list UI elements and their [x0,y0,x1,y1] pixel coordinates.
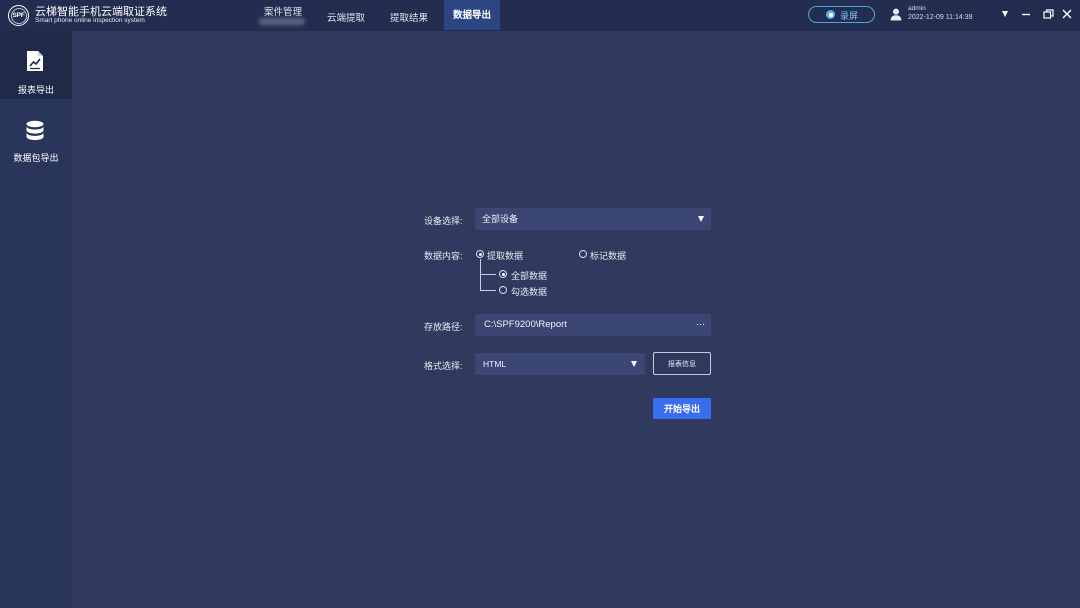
format-select[interactable]: HTML [475,353,645,375]
user-name: admin [908,5,926,12]
sidebar-item-label: 报表导出 [17,85,54,95]
radio-all-data[interactable] [499,270,507,278]
format-label: 格式选择: [424,361,463,371]
device-label: 设备选择: [424,216,463,226]
radio-marked-data[interactable] [579,250,587,258]
device-select-value: 全部设备 [482,214,519,224]
sidebar-item-package-export[interactable]: 数据包导出 [0,99,72,167]
restore-icon[interactable] [1043,9,1054,19]
tree-branch [480,274,496,275]
content-label: 数据内容: [424,251,463,261]
blurred-subtext [259,18,305,25]
browse-button[interactable]: ··· [696,314,705,334]
radio-extracted-data[interactable] [476,250,484,258]
tab-extraction-results[interactable]: 提取结果 [381,10,437,24]
sidebar-item-label: 数据包导出 [13,153,59,163]
sidebar-item-report-export[interactable]: 报表导出 [0,31,72,99]
tab-cloud-extraction[interactable]: 云端提取 [318,10,374,24]
path-label: 存放路径: [424,322,463,332]
spf-logo: SPF [8,5,29,26]
save-path-input[interactable]: C:\SPF9200\Report ··· [475,314,711,336]
radio-extracted-data-label[interactable]: 提取数据 [487,249,523,262]
app-subtitle: Smart phone online inspection system [35,17,145,24]
format-select-value: HTML [483,359,507,369]
report-export-icon [27,51,43,71]
sidebar: 报表导出 数据包导出 [0,31,72,608]
database-icon [26,120,44,141]
current-datetime: 2022-12-09 11:14:39 [908,14,973,21]
tree-branch [480,290,496,291]
record-icon [826,10,835,19]
chevron-down-icon[interactable] [1002,11,1008,17]
radio-all-data-label[interactable]: 全部数据 [511,269,547,282]
app-window: SPF 云梯智能手机云端取证系统 Smart phone online insp… [0,0,1080,608]
tree-connector [480,259,481,291]
tab-data-export[interactable]: 数据导出 [444,0,500,30]
close-icon[interactable] [1062,9,1072,19]
top-bar: SPF 云梯智能手机云端取证系统 Smart phone online insp… [0,0,1080,31]
record-label: 录屏 [840,11,859,21]
radio-selected-data[interactable] [499,286,507,294]
record-screen-button[interactable]: 录屏 [808,6,875,23]
save-path-value: C:\SPF9200\Report [484,319,567,330]
radio-marked-data-label[interactable]: 标记数据 [590,249,626,262]
tab-case-management[interactable]: 案件管理 [255,4,311,18]
chevron-down-icon [631,361,637,367]
radio-selected-data-label[interactable]: 勾选数据 [511,285,547,298]
user-icon [890,8,902,21]
device-select[interactable]: 全部设备 [475,208,711,230]
report-info-button[interactable]: 报表信息 [653,352,711,375]
chevron-down-icon [698,216,704,222]
minimize-icon[interactable] [1021,9,1031,19]
start-export-button[interactable]: 开始导出 [653,398,711,419]
logo-text: SPF [12,12,25,19]
